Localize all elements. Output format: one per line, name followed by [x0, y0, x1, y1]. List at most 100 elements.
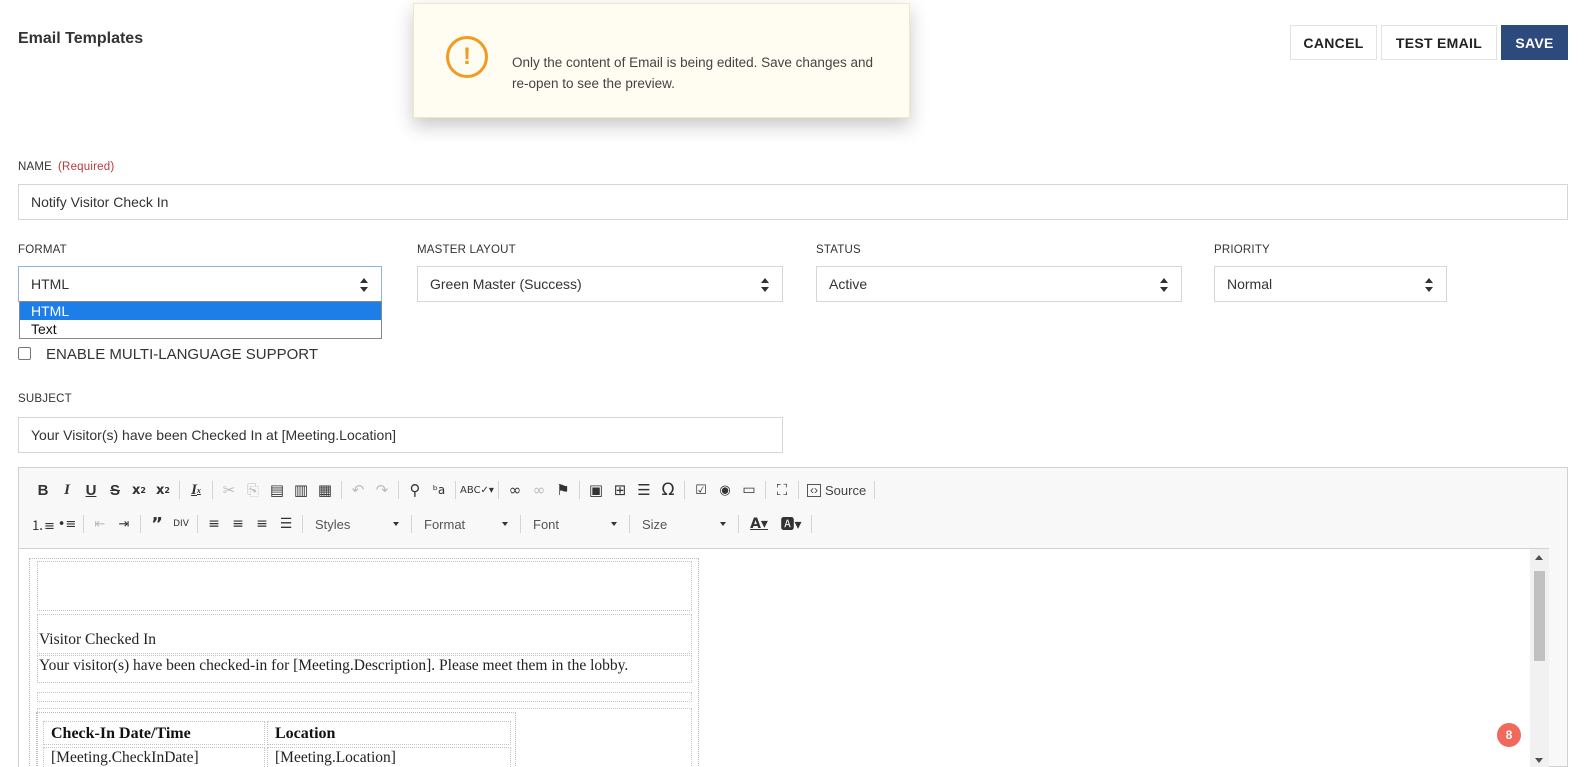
template-cell — [37, 561, 692, 611]
format-select-value: HTML — [31, 276, 70, 292]
scroll-down-icon[interactable] — [1535, 758, 1543, 763]
name-label: NAME (Required) — [18, 161, 114, 173]
scrollbar-thumb[interactable] — [1534, 571, 1545, 661]
bulleted-list-icon[interactable]: •≡ — [55, 512, 79, 536]
radio-icon[interactable]: ◉ — [713, 478, 737, 502]
save-button[interactable]: SAVE — [1501, 25, 1568, 60]
anchor-icon[interactable]: ⚑ — [551, 478, 575, 502]
rich-text-editor: B I U S x2 x2 Ix ✂ ⎘ ▤ ▥ ▦ ↶ ↷ ⚲ ᵇa ABC✓… — [18, 467, 1568, 767]
status-select[interactable]: Active — [816, 266, 1182, 302]
chevron-down-icon — [502, 522, 508, 526]
redo-icon[interactable]: ↷ — [370, 478, 394, 502]
editor-toolbar-row-2: ⒈≡ •≡ ⇤ ⇥ ” DIV ≡ ≡ ≡ ☰ Styles Format Fo… — [31, 512, 816, 536]
source-label: Source — [825, 482, 867, 498]
status-value: Active — [829, 276, 868, 292]
blockquote-icon[interactable]: ” — [145, 512, 169, 536]
priority-value: Normal — [1227, 276, 1273, 292]
scroll-up-icon[interactable] — [1535, 555, 1543, 560]
font-combo[interactable]: Font — [525, 512, 625, 536]
subscript-icon[interactable]: x2 — [127, 478, 151, 502]
exclamation-circle-icon: ! — [446, 36, 488, 78]
horizontal-rule-icon[interactable]: ☰ — [632, 478, 656, 502]
select-arrows-icon — [761, 278, 769, 292]
link-icon[interactable]: ∞ — [503, 478, 527, 502]
page-title: Email Templates — [18, 30, 144, 47]
maximize-icon[interactable]: ⛶ — [770, 478, 794, 502]
background-color-icon[interactable]: 🅰▾ — [775, 512, 807, 536]
superscript-icon[interactable]: x2 — [151, 478, 175, 502]
chevron-down-icon — [720, 522, 726, 526]
test-email-button[interactable]: TEST EMAIL — [1381, 25, 1497, 60]
italic-icon[interactable]: I — [55, 478, 79, 502]
spellcheck-icon[interactable]: ABC✓▾ — [460, 478, 494, 502]
priority-label: PRIORITY — [1214, 244, 1270, 256]
align-right-icon[interactable]: ≡ — [250, 512, 274, 536]
strikethrough-icon[interactable]: S — [103, 478, 127, 502]
cut-icon[interactable]: ✂ — [217, 478, 241, 502]
format-option-html[interactable]: HTML — [20, 302, 381, 320]
email-heading: Visitor Checked In — [39, 631, 157, 648]
format-combo-label: Format — [424, 516, 466, 532]
master-layout-select[interactable]: Green Master (Success) — [417, 266, 783, 302]
remove-format-icon[interactable]: Ix — [184, 478, 208, 502]
size-combo[interactable]: Size — [634, 512, 734, 536]
table-cell-location: [Meeting.Location] — [275, 749, 396, 766]
cancel-button[interactable]: CANCEL — [1290, 25, 1377, 60]
format-option-text[interactable]: Text — [20, 320, 381, 338]
text-color-icon[interactable]: A▾ — [743, 512, 775, 536]
align-center-icon[interactable]: ≡ — [226, 512, 250, 536]
template-cell — [37, 692, 692, 702]
undo-icon[interactable]: ↶ — [346, 478, 370, 502]
indent-icon[interactable]: ⇥ — [112, 512, 136, 536]
subject-label: SUBJECT — [18, 393, 72, 405]
notification-badge[interactable]: 8 — [1497, 723, 1521, 747]
align-justify-icon[interactable]: ☰ — [274, 512, 298, 536]
table-header-location: Location — [275, 725, 336, 742]
select-arrows-icon — [1160, 278, 1168, 292]
textfield-icon[interactable]: ▭ — [737, 478, 761, 502]
status-label: STATUS — [816, 244, 861, 256]
select-arrows-icon — [360, 278, 368, 292]
align-left-icon[interactable]: ≡ — [202, 512, 226, 536]
paste-word-icon[interactable]: ▦ — [313, 478, 337, 502]
table-cell-checkin-date: [Meeting.CheckInDate] — [51, 749, 199, 766]
format-dropdown-list: HTML Text — [19, 301, 382, 339]
numbered-list-icon[interactable]: ⒈≡ — [31, 512, 55, 536]
checkbox-icon[interactable]: ☑ — [689, 478, 713, 502]
replace-icon[interactable]: ᵇa — [427, 478, 451, 502]
multi-language-label: ENABLE MULTI-LANGUAGE SUPPORT — [46, 346, 319, 363]
toast-message: Only the content of Email is being edite… — [512, 55, 873, 91]
font-combo-label: Font — [533, 516, 560, 532]
priority-select[interactable]: Normal — [1214, 266, 1447, 302]
editor-content-area[interactable]: Visitor Checked In Your visitor(s) have … — [19, 548, 1549, 767]
image-icon[interactable]: ▣ — [584, 478, 608, 502]
create-div-icon[interactable]: DIV — [169, 512, 193, 536]
editor-toolbar-row-1: B I U S x2 x2 Ix ✂ ⎘ ▤ ▥ ▦ ↶ ↷ ⚲ ᵇa ABC✓… — [31, 478, 879, 502]
subject-input-value: Your Visitor(s) have been Checked In at … — [31, 427, 396, 443]
copy-icon[interactable]: ⎘ — [241, 478, 265, 502]
unlink-icon[interactable]: ∞ — [527, 478, 551, 502]
find-icon[interactable]: ⚲ — [403, 478, 427, 502]
toast-notification: ! Only the content of Email is being edi… — [413, 3, 910, 118]
paste-text-icon[interactable]: ▥ — [289, 478, 313, 502]
special-char-icon[interactable]: Ω — [656, 478, 680, 502]
master-layout-label: MASTER LAYOUT — [417, 244, 516, 256]
styles-combo-label: Styles — [315, 516, 351, 532]
format-label: FORMAT — [18, 244, 67, 256]
bold-icon[interactable]: B — [31, 478, 55, 502]
master-layout-value: Green Master (Success) — [430, 276, 582, 292]
editor-scrollbar[interactable] — [1530, 549, 1549, 767]
name-input[interactable]: Notify Visitor Check In — [18, 184, 1568, 220]
multi-language-checkbox[interactable] — [18, 347, 31, 360]
paste-icon[interactable]: ▤ — [265, 478, 289, 502]
format-combo[interactable]: Format — [416, 512, 516, 536]
styles-combo[interactable]: Styles — [307, 512, 407, 536]
table-icon[interactable]: ⊞ — [608, 478, 632, 502]
size-combo-label: Size — [642, 516, 668, 532]
subject-input[interactable]: Your Visitor(s) have been Checked In at … — [18, 417, 783, 453]
source-button[interactable]: ‹› Source — [803, 483, 870, 498]
format-select[interactable]: HTML — [18, 266, 382, 302]
name-label-text: NAME — [18, 161, 53, 173]
outdent-icon[interactable]: ⇤ — [88, 512, 112, 536]
underline-icon[interactable]: U — [79, 478, 103, 502]
